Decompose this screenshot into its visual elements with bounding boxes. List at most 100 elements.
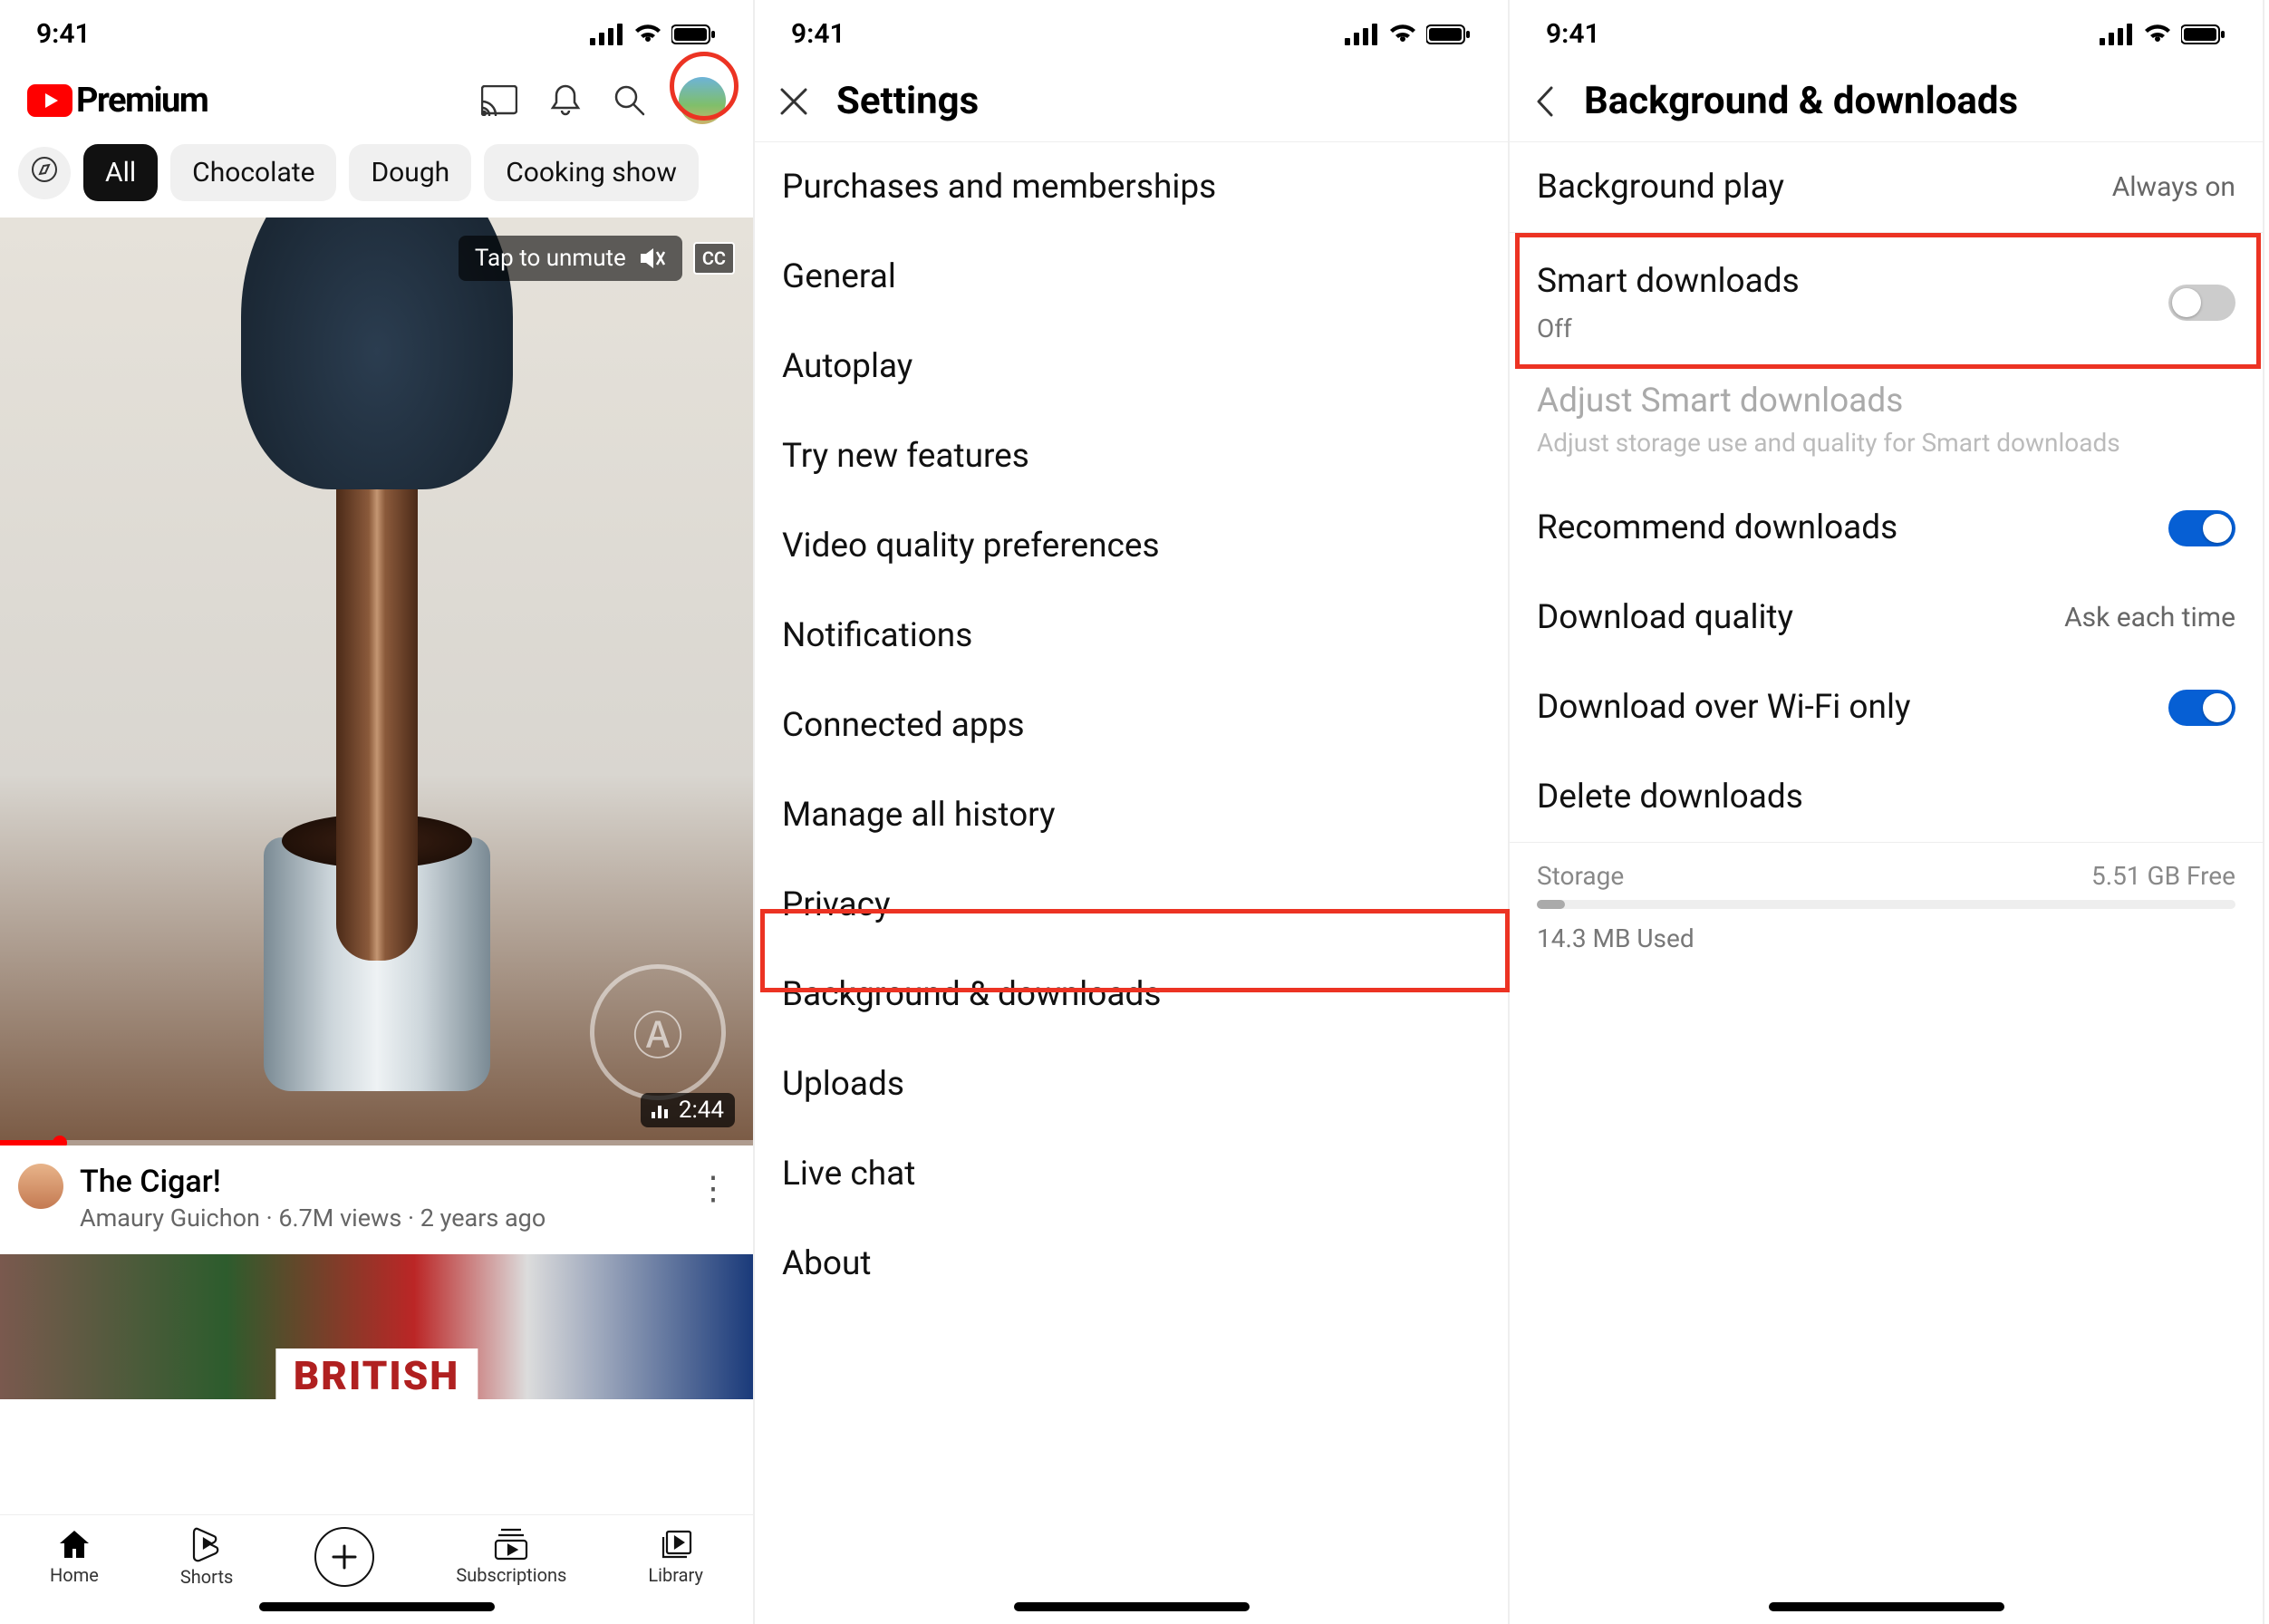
search-icon[interactable] bbox=[613, 84, 646, 117]
wifi-icon bbox=[2143, 24, 2172, 45]
cc-badge[interactable]: CC bbox=[693, 242, 735, 275]
compass-icon bbox=[31, 156, 58, 183]
cellular-icon bbox=[590, 24, 624, 45]
more-icon[interactable]: ⋮ bbox=[691, 1164, 735, 1213]
channel-watermark: Ⓐ bbox=[590, 964, 726, 1100]
unmute-label: Tap to unmute bbox=[475, 245, 626, 272]
shorts-icon bbox=[191, 1526, 222, 1562]
thumb2-overlay-text: BRITISH bbox=[275, 1348, 478, 1399]
row-recommend-downloads[interactable]: Recommend downloads bbox=[1510, 483, 2263, 573]
nav-home[interactable]: Home bbox=[50, 1528, 99, 1586]
back-icon[interactable] bbox=[1533, 84, 1557, 119]
wifi-icon bbox=[633, 24, 662, 45]
cast-icon[interactable] bbox=[481, 85, 517, 116]
feed-video-thumbnail-2[interactable]: BRITISH bbox=[0, 1254, 753, 1399]
row-smart-downloads[interactable]: Smart downloads Off bbox=[1510, 233, 2263, 353]
chip-all[interactable]: All bbox=[83, 144, 158, 201]
status-time: 9:41 bbox=[791, 18, 845, 50]
row-background-play[interactable]: Background play Always on bbox=[1510, 142, 2263, 232]
video-subline: Amaury Guichon · 6.7M views · 2 years ag… bbox=[80, 1204, 675, 1232]
nav-library[interactable]: Library bbox=[648, 1528, 703, 1586]
home-indicator[interactable] bbox=[1769, 1602, 2004, 1611]
settings-item-uploads[interactable]: Uploads bbox=[755, 1039, 1508, 1129]
youtube-logo[interactable]: Premium bbox=[27, 81, 208, 121]
video-meta-row[interactable]: The Cigar! Amaury Guichon · 6.7M views ·… bbox=[0, 1146, 753, 1254]
download-quality-value: Ask each time bbox=[2064, 602, 2235, 633]
status-bar: 9:41 bbox=[0, 0, 753, 61]
row-delete-downloads[interactable]: Delete downloads bbox=[1510, 752, 2263, 842]
settings-item-try-new[interactable]: Try new features bbox=[755, 411, 1508, 501]
mute-icon bbox=[639, 246, 666, 270]
settings-item-autoplay[interactable]: Autoplay bbox=[755, 322, 1508, 411]
status-indicators bbox=[2100, 24, 2226, 45]
settings-item-live-chat[interactable]: Live chat bbox=[755, 1129, 1508, 1219]
bg-downloads-title: Background & downloads bbox=[1584, 79, 2018, 123]
row-download-quality[interactable]: Download quality Ask each time bbox=[1510, 573, 2263, 662]
panel-background-downloads: 9:41 Background & downloads Background p… bbox=[1510, 0, 2264, 1624]
storage-used-label: 14.3 MB Used bbox=[1510, 918, 2263, 959]
video-progress[interactable] bbox=[0, 1140, 753, 1146]
recommend-toggle[interactable] bbox=[2168, 510, 2235, 546]
feed-video-thumbnail[interactable]: Ⓐ Tap to unmute CC 2:44 bbox=[0, 218, 753, 1146]
smart-downloads-status: Off bbox=[1537, 314, 1800, 343]
home-icon bbox=[57, 1528, 92, 1561]
video-title: The Cigar! bbox=[80, 1164, 675, 1200]
settings-title: Settings bbox=[836, 79, 979, 123]
settings-item-notifications[interactable]: Notifications bbox=[755, 591, 1508, 681]
logo-text: Premium bbox=[76, 81, 208, 121]
settings-header: Settings bbox=[755, 61, 1508, 142]
panel-settings: 9:41 Settings Purchases and memberships … bbox=[755, 0, 1510, 1624]
status-indicators bbox=[590, 24, 717, 45]
battery-icon bbox=[1426, 24, 1472, 45]
row-adjust-smart-downloads: Adjust Smart downloads Adjust storage us… bbox=[1510, 353, 2263, 483]
unmute-button[interactable]: Tap to unmute bbox=[459, 236, 682, 281]
wifi-icon bbox=[1388, 24, 1417, 45]
topic-chip-row[interactable]: All Chocolate Dough Cooking show bbox=[0, 135, 753, 218]
home-indicator[interactable] bbox=[259, 1602, 495, 1611]
storage-bar bbox=[1537, 900, 2235, 909]
status-bar: 9:41 bbox=[1510, 0, 2263, 61]
video-still: Ⓐ bbox=[0, 218, 753, 1146]
settings-item-about[interactable]: About bbox=[755, 1219, 1508, 1309]
settings-item-background-downloads[interactable]: Background & downloads bbox=[755, 950, 1508, 1039]
plus-icon bbox=[330, 1542, 359, 1571]
battery-icon bbox=[2181, 24, 2226, 45]
status-bar: 9:41 bbox=[755, 0, 1508, 61]
status-time: 9:41 bbox=[1546, 18, 1600, 50]
settings-item-video-quality[interactable]: Video quality preferences bbox=[755, 501, 1508, 591]
nav-create[interactable] bbox=[314, 1527, 374, 1587]
status-indicators bbox=[1345, 24, 1472, 45]
settings-item-general[interactable]: General bbox=[755, 232, 1508, 322]
chip-chocolate[interactable]: Chocolate bbox=[170, 144, 336, 201]
settings-item-purchases[interactable]: Purchases and memberships bbox=[755, 142, 1508, 232]
settings-item-connected-apps[interactable]: Connected apps bbox=[755, 681, 1508, 770]
close-icon[interactable] bbox=[778, 86, 809, 117]
home-indicator[interactable] bbox=[1014, 1602, 1250, 1611]
video-duration: 2:44 bbox=[641, 1093, 735, 1127]
bg-downloads-header: Background & downloads bbox=[1510, 61, 2263, 142]
nav-subscriptions[interactable]: Subscriptions bbox=[456, 1528, 566, 1586]
chip-cooking[interactable]: Cooking show bbox=[484, 144, 699, 201]
battery-icon bbox=[671, 24, 717, 45]
settings-item-privacy[interactable]: Privacy bbox=[755, 860, 1508, 950]
settings-item-manage-history[interactable]: Manage all history bbox=[755, 770, 1508, 860]
status-time: 9:41 bbox=[36, 18, 91, 50]
bell-icon[interactable] bbox=[550, 83, 581, 118]
explore-chip[interactable] bbox=[18, 147, 71, 199]
nav-shorts[interactable]: Shorts bbox=[180, 1526, 233, 1588]
panel-youtube-home: 9:41 Premium All Chocolate Dough Cooking… bbox=[0, 0, 755, 1624]
avatar[interactable] bbox=[679, 77, 726, 124]
smart-downloads-toggle[interactable] bbox=[2168, 285, 2235, 321]
channel-avatar[interactable] bbox=[18, 1164, 63, 1209]
wifi-only-toggle[interactable] bbox=[2168, 690, 2235, 726]
row-download-wifi-only[interactable]: Download over Wi-Fi only bbox=[1510, 662, 2263, 752]
background-play-value: Always on bbox=[2112, 171, 2235, 203]
chip-dough[interactable]: Dough bbox=[349, 144, 471, 201]
youtube-play-icon bbox=[27, 84, 72, 117]
row-storage-header: Storage 5.51 GB Free bbox=[1510, 843, 2263, 894]
library-icon bbox=[660, 1528, 692, 1561]
app-header: Premium bbox=[0, 61, 753, 135]
bottom-nav: Home Shorts Subscriptions Library bbox=[0, 1514, 753, 1593]
storage-free: 5.51 GB Free bbox=[2091, 861, 2235, 891]
bars-icon bbox=[652, 1102, 670, 1118]
